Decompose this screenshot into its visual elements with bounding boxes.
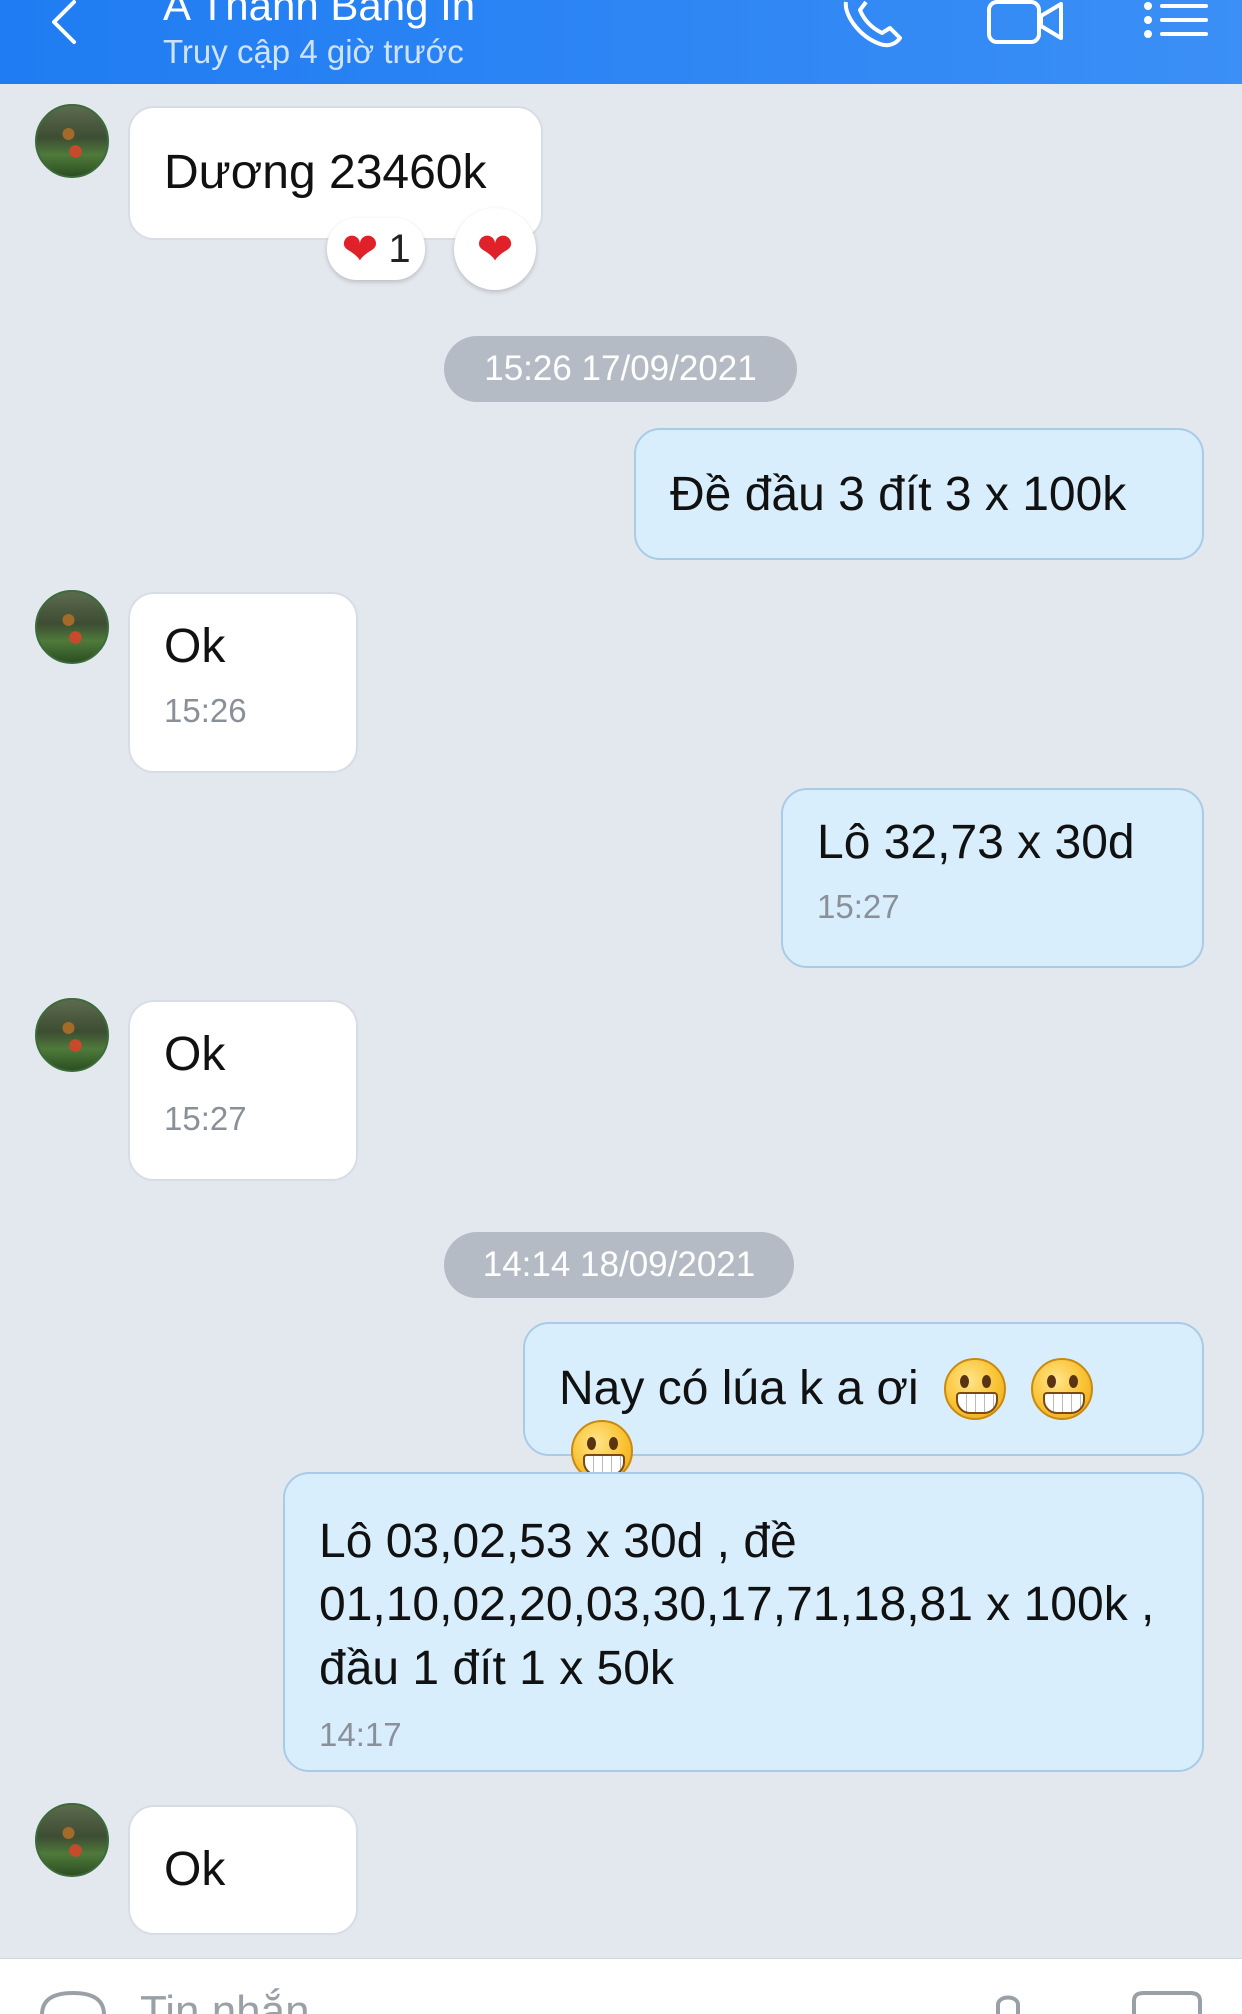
date-separator: 15:26 17/09/2021 xyxy=(444,336,797,402)
react-button[interactable]: ❤ xyxy=(454,208,536,290)
message-text: Ok xyxy=(164,620,226,673)
message-text: Lô 32,73 x 30d xyxy=(817,816,1135,869)
video-camera-icon xyxy=(987,0,1063,44)
grinning-face-icon xyxy=(1031,1358,1094,1420)
image-icon[interactable] xyxy=(1130,1989,1204,2014)
back-button[interactable] xyxy=(40,0,90,50)
message-bubble[interactable]: Đề đầu 3 đít 3 x 100k xyxy=(634,428,1204,560)
message-time: 14:17 xyxy=(319,1716,402,1754)
message-text: Nay có lúa k a ơi xyxy=(559,1361,919,1415)
reaction-summary[interactable]: ❤ 1 xyxy=(327,218,425,280)
contact-avatar[interactable] xyxy=(35,998,109,1072)
video-call-button[interactable] xyxy=(985,0,1065,50)
message-bubble[interactable]: Ok 15:27 xyxy=(128,1000,358,1181)
message-text: Đề đầu 3 đít 3 x 100k xyxy=(670,468,1127,521)
message-input[interactable]: Tin nhắn xyxy=(140,1987,310,2014)
contact-name[interactable]: A Thanh Bảng In xyxy=(163,0,475,30)
message-text: Lô 03,02,53 x 30d , đề 01,10,02,20,03,30… xyxy=(319,1515,1155,1695)
message-text: Dương 23460k xyxy=(164,146,487,199)
date-separator: 14:14 18/09/2021 xyxy=(444,1232,794,1298)
call-button[interactable] xyxy=(840,0,910,50)
contact-avatar[interactable] xyxy=(35,590,109,664)
emoji-sticker-icon[interactable] xyxy=(38,1989,108,2014)
contact-avatar[interactable] xyxy=(35,1803,109,1877)
grinning-face-icon xyxy=(943,1358,1006,1420)
message-composer: Tin nhắn xyxy=(0,1958,1242,2014)
list-menu-icon xyxy=(1144,2,1208,38)
chevron-left-icon xyxy=(52,0,76,44)
message-bubble[interactable]: Lô 03,02,53 x 30d , đề 01,10,02,20,03,30… xyxy=(283,1472,1204,1772)
contact-status: Truy cập 4 giờ trước xyxy=(163,33,464,70)
message-bubble[interactable]: Lô 32,73 x 30d 15:27 xyxy=(781,788,1204,968)
chat-header: A Thanh Bảng In Truy cập 4 giờ trước xyxy=(0,0,1242,84)
message-bubble[interactable]: Nay có lúa k a ơi xyxy=(523,1322,1204,1482)
heart-icon: ❤ xyxy=(476,224,514,274)
reaction-count: 1 xyxy=(388,226,411,271)
message-bubble[interactable]: Ok xyxy=(128,1805,358,1935)
microphone-icon[interactable] xyxy=(990,1993,1026,2014)
message-text: Ok xyxy=(164,1843,226,1896)
message-bubble[interactable]: Ok 15:26 xyxy=(128,592,358,773)
phone-icon xyxy=(843,0,902,48)
menu-button[interactable] xyxy=(1140,0,1210,50)
contact-avatar[interactable] xyxy=(35,104,109,178)
message-time: 15:26 xyxy=(164,692,247,730)
message-text: Ok xyxy=(164,1028,226,1081)
message-time: 15:27 xyxy=(164,1100,247,1138)
message-time: 15:27 xyxy=(817,888,900,926)
heart-icon: ❤ xyxy=(341,224,379,274)
